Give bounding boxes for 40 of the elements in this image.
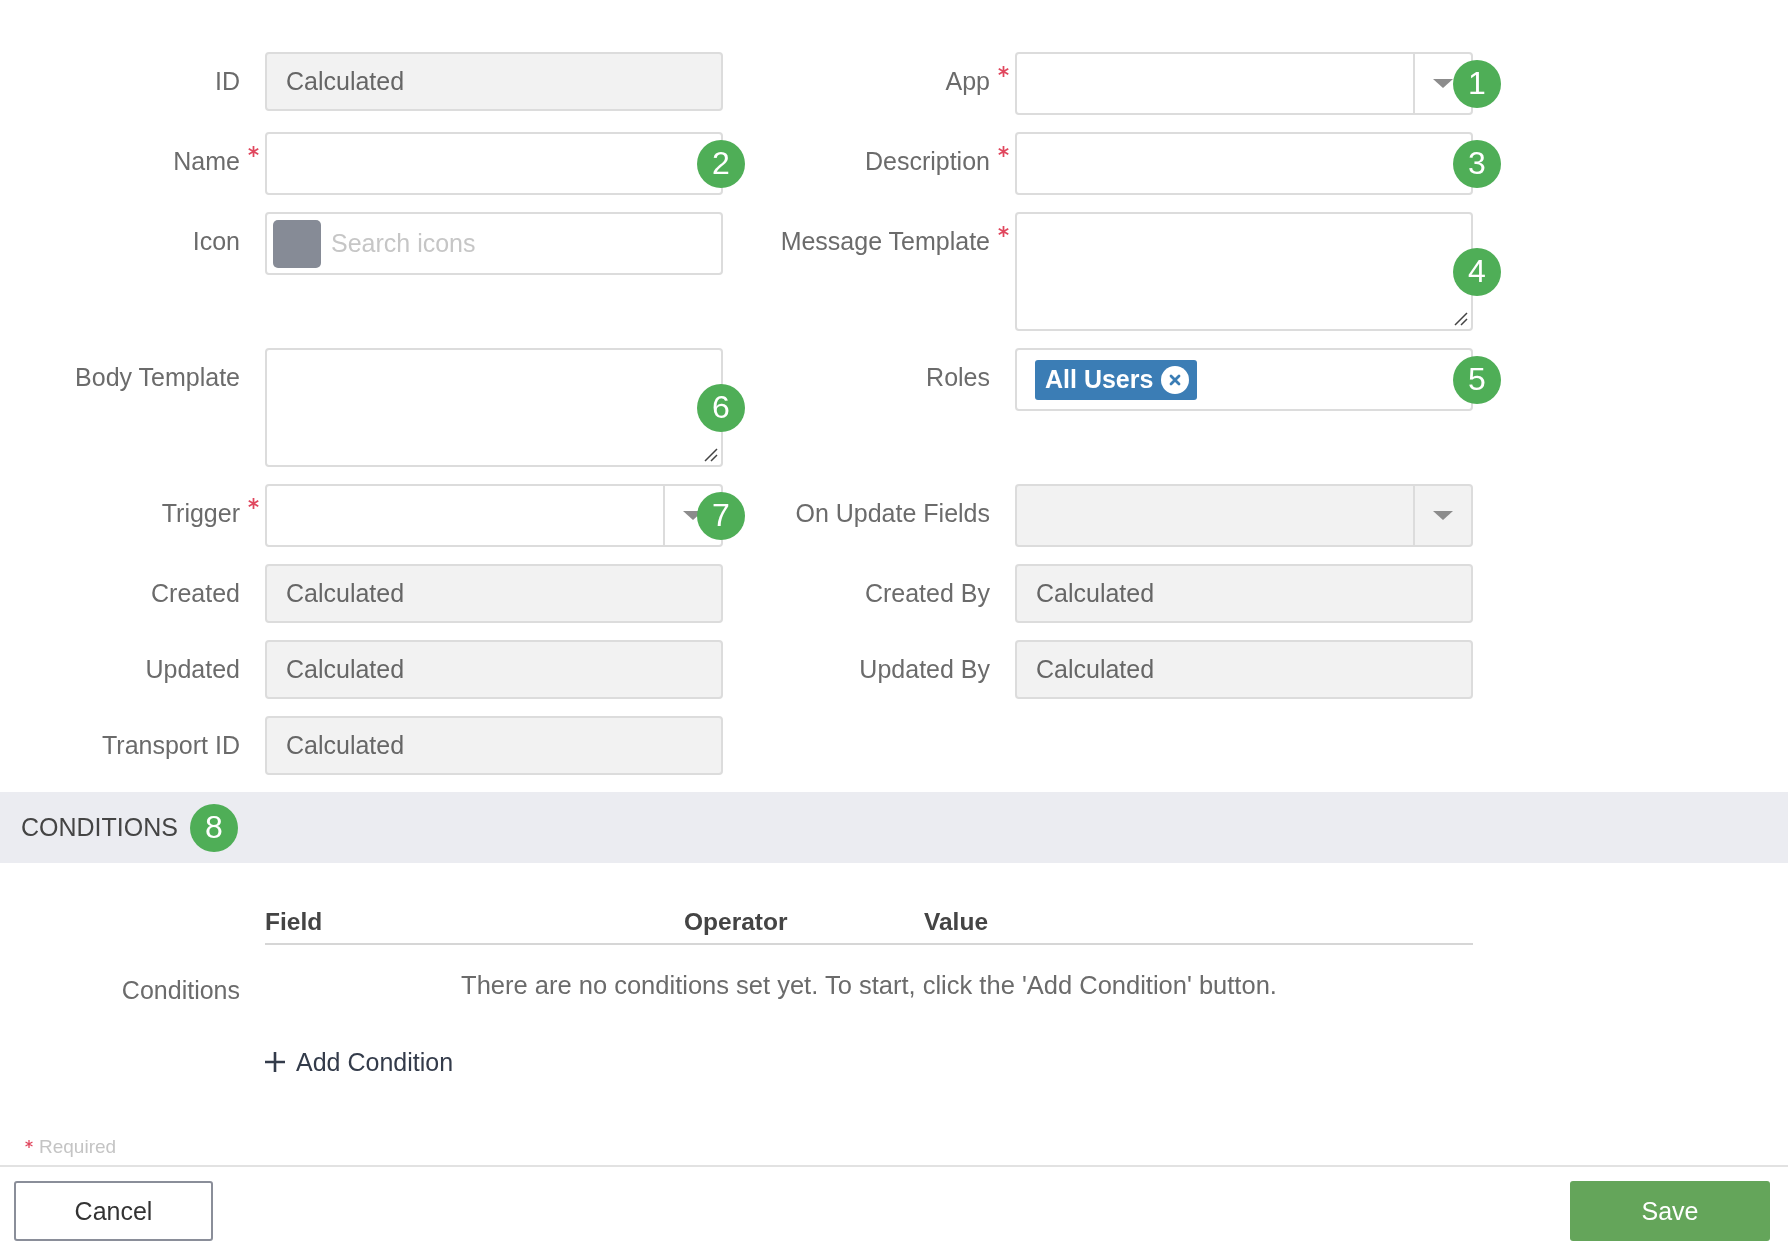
field-label: Description: [864, 146, 990, 177]
field-label: Transport ID: [102, 730, 240, 761]
add-condition-button[interactable]: Add Condition: [265, 1040, 454, 1084]
field-label: Created: [151, 578, 240, 609]
icon-search-field[interactable]: Search icons: [265, 212, 723, 275]
field-label: Updated By: [859, 654, 990, 685]
callout-marker: 5: [1453, 355, 1501, 404]
field-label: App: [945, 66, 990, 97]
field-label: Body Template: [75, 362, 240, 393]
close-icon[interactable]: [1161, 365, 1190, 394]
column-header: Value: [924, 907, 988, 936]
plus-icon: [265, 1052, 285, 1072]
role-chip[interactable]: All Users: [1035, 359, 1198, 400]
caret-icon: [1433, 79, 1453, 88]
field-label: Roles: [926, 362, 990, 393]
save-button[interactable]: Save: [1570, 1181, 1770, 1241]
field-label: Created By: [864, 578, 990, 609]
callout-marker: 4: [1453, 247, 1501, 296]
field-label: Trigger: [161, 498, 240, 529]
resize-grip-icon[interactable]: [1454, 312, 1468, 326]
caret-icon: [1433, 511, 1453, 520]
empty-message: There are no conditions set yet. To start, click the 'Add Condition' button.: [461, 970, 1277, 1000]
field-label: Updated: [145, 654, 240, 685]
field-label: Message Template: [780, 226, 990, 257]
column-header: Field: [265, 907, 323, 936]
callout-marker: 3: [1453, 139, 1501, 188]
field-label: Conditions: [121, 975, 240, 1006]
callout-marker: 8: [189, 803, 238, 852]
callout-marker: 1: [1453, 59, 1501, 108]
field-label: Name: [173, 146, 240, 177]
resize-grip-icon[interactable]: [704, 448, 718, 462]
field-label: ID: [215, 66, 240, 97]
column-header: Operator: [684, 907, 788, 936]
swatch-icon: [273, 220, 321, 268]
asterisk-icon: [25, 1140, 33, 1148]
required-note: Required: [39, 1136, 117, 1158]
field-label: On Update Fields: [795, 498, 990, 529]
field-label: Icon: [192, 226, 240, 257]
section-title: CONDITIONS: [21, 813, 178, 842]
cancel-button[interactable]: Cancel: [14, 1181, 213, 1241]
